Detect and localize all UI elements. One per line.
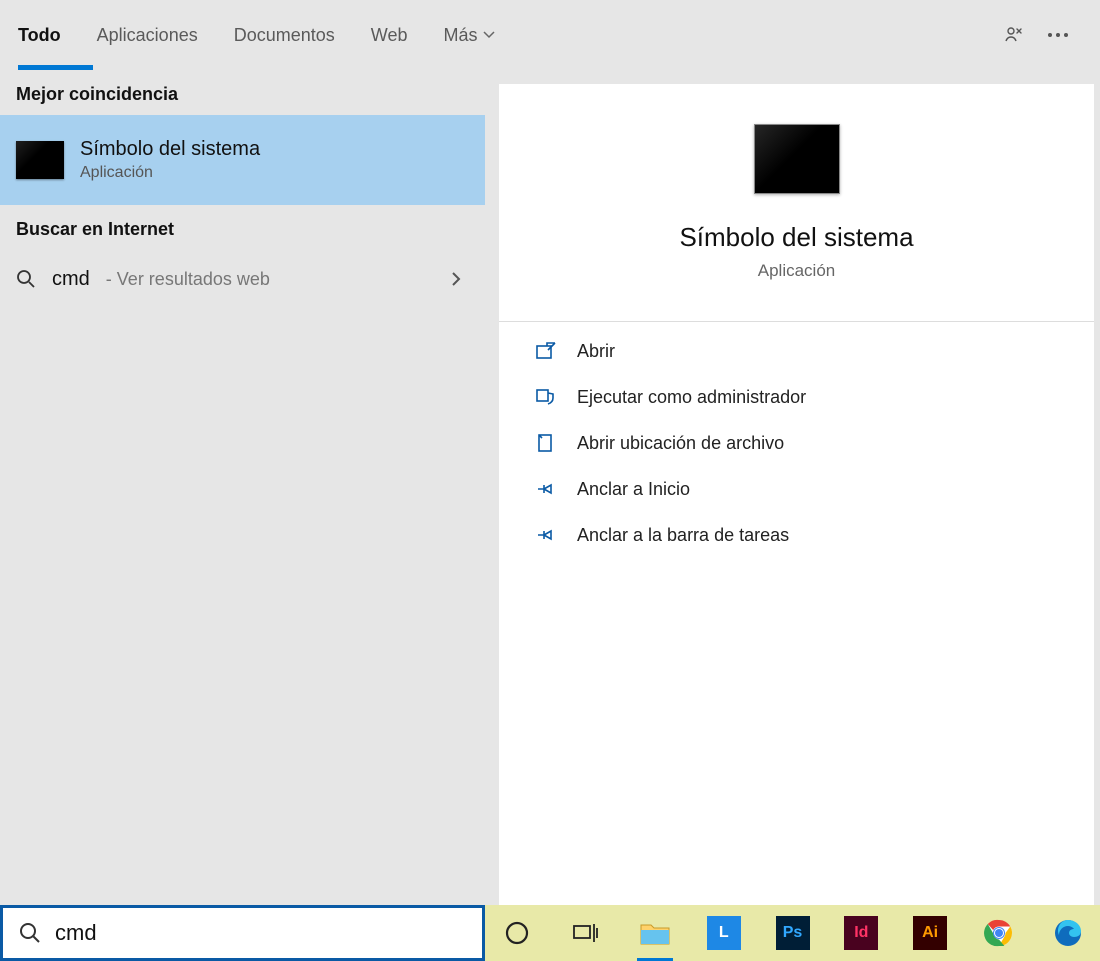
tab-all[interactable]: Todo [0,0,79,70]
action-pin-taskbar[interactable]: Anclar a la barra de tareas [499,512,1094,558]
photoshop-tile: Ps [776,916,810,950]
tab-all-label: Todo [18,25,61,46]
app-l-button[interactable]: L [699,909,748,957]
action-pin-taskbar-label: Anclar a la barra de tareas [577,525,789,546]
search-input[interactable] [55,920,472,946]
action-open-label: Abrir [577,341,615,362]
detail-subtitle: Aplicación [758,261,836,281]
open-icon [535,342,557,360]
tab-web[interactable]: Web [353,0,426,70]
action-run-admin-label: Ejecutar como administrador [577,387,806,408]
more-options-icon[interactable] [1036,13,1080,57]
detail-pane-wrap: Símbolo del sistema Aplicación Abrir Eje… [485,70,1100,905]
action-open-location[interactable]: Abrir ubicación de archivo [499,420,1094,466]
pin-start-icon [535,480,557,498]
chevron-right-icon [451,271,469,287]
tab-more-label: Más [443,25,477,46]
divider [499,321,1094,322]
action-pin-start-label: Anclar a Inicio [577,479,690,500]
web-result-term: cmd [52,268,90,291]
tab-docs-label: Documentos [234,25,335,46]
app-l-tile: L [707,916,741,950]
task-view-button[interactable] [562,909,611,957]
shield-icon [535,387,557,407]
file-explorer-button[interactable] [631,909,680,957]
search-icon [19,922,41,944]
feedback-icon[interactable] [992,13,1036,57]
web-result-hint: - Ver resultados web [106,269,270,290]
best-match-header: Mejor coincidencia [0,70,485,115]
results-pane: Mejor coincidencia Símbolo del sistema A… [0,70,485,905]
action-open[interactable]: Abrir [499,328,1094,374]
indesign-button[interactable]: Id [837,909,886,957]
illustrator-tile: Ai [913,916,947,950]
illustrator-button[interactable]: Ai [906,909,955,957]
tab-more[interactable]: Más [425,0,513,70]
taskbar: L Ps Id Ai [485,905,1100,961]
folder-icon [535,433,557,453]
action-pin-start[interactable]: Anclar a Inicio [499,466,1094,512]
indesign-tile: Id [844,916,878,950]
detail-app-icon [754,124,840,194]
result-title: Símbolo del sistema [80,138,260,161]
search-box[interactable] [0,905,485,961]
search-icon [16,269,36,289]
pin-taskbar-icon [535,526,557,544]
tab-docs[interactable]: Documentos [216,0,353,70]
web-search-result[interactable]: cmd - Ver resultados web [0,250,485,308]
best-match-result[interactable]: Símbolo del sistema Aplicación [0,115,485,205]
result-subtitle: Aplicación [80,164,260,182]
chrome-button[interactable] [974,909,1023,957]
tab-apps[interactable]: Aplicaciones [79,0,216,70]
action-open-location-label: Abrir ubicación de archivo [577,433,784,454]
cortana-button[interactable] [493,909,542,957]
detail-title: Símbolo del sistema [679,222,913,253]
chevron-down-icon [483,31,495,39]
edge-button[interactable] [1043,909,1092,957]
photoshop-button[interactable]: Ps [768,909,817,957]
cmd-thumbnail-icon [16,141,64,179]
detail-pane: Símbolo del sistema Aplicación Abrir Eje… [499,84,1094,905]
tab-web-label: Web [371,25,408,46]
tab-apps-label: Aplicaciones [97,25,198,46]
action-run-admin[interactable]: Ejecutar como administrador [499,374,1094,420]
web-search-header: Buscar en Internet [0,205,485,250]
search-tabs: Todo Aplicaciones Documentos Web Más [0,0,1100,70]
